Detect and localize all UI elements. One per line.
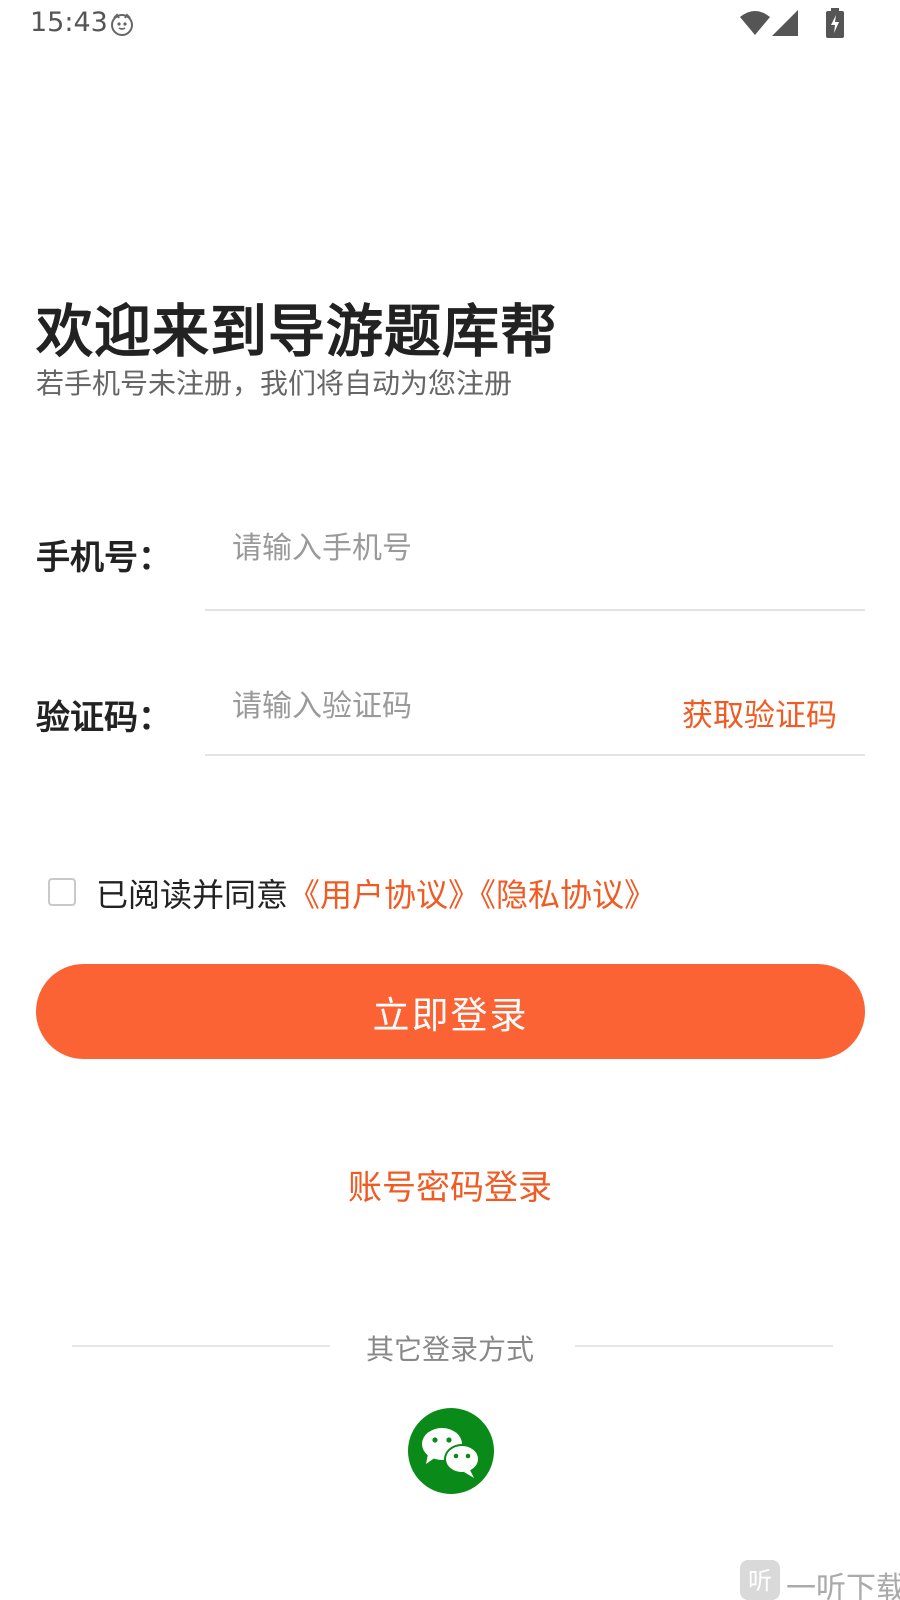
other-login-label: 其它登录方式	[365, 1333, 534, 1366]
code-label: 验证码：	[36, 698, 172, 738]
login-button[interactable]: 立即登录	[36, 964, 865, 1059]
code-underline	[205, 754, 865, 756]
status-time: 15:43	[30, 7, 108, 38]
phone-input[interactable]	[232, 526, 652, 570]
wechat-icon	[422, 1428, 480, 1478]
get-code-button[interactable]: 获取验证码	[682, 690, 837, 735]
divider-right	[575, 1345, 833, 1347]
account-password-login-link[interactable]: 账号密码登录	[0, 1160, 900, 1209]
user-agreement-link[interactable]: 《用户协议》	[288, 876, 480, 914]
watermark-text: 一听下载	[786, 1571, 900, 1600]
page-subtitle: 若手机号未注册，我们将自动为您注册	[36, 367, 513, 400]
privacy-policy-link[interactable]: 《隐私协议》	[480, 876, 656, 914]
agreement-checkbox[interactable]	[48, 878, 76, 906]
phone-underline	[205, 609, 865, 611]
status-bar: 15:43	[0, 0, 900, 48]
agreement-prefix: 已阅读并同意	[96, 876, 289, 914]
wechat-login-button[interactable]	[408, 1408, 494, 1494]
svg-text:听: 听	[748, 1567, 772, 1595]
battery-charging-icon	[826, 8, 844, 42]
cat-face-icon	[110, 12, 134, 36]
agreement-text: 已阅读并同意《用户协议》《隐私协议》	[96, 870, 656, 916]
login-screen: 15:43 欢迎来到导游题库帮 若手机号未注册，我们将自动为您注册 手机号： 请…	[0, 0, 900, 1600]
page-title: 欢迎来到导游题库帮	[36, 299, 558, 365]
wifi-icon	[740, 10, 770, 40]
watermark-logo-icon: 听	[740, 1560, 780, 1600]
signal-icon	[772, 10, 798, 40]
phone-label: 手机号：	[36, 538, 172, 578]
code-input[interactable]	[232, 684, 662, 728]
